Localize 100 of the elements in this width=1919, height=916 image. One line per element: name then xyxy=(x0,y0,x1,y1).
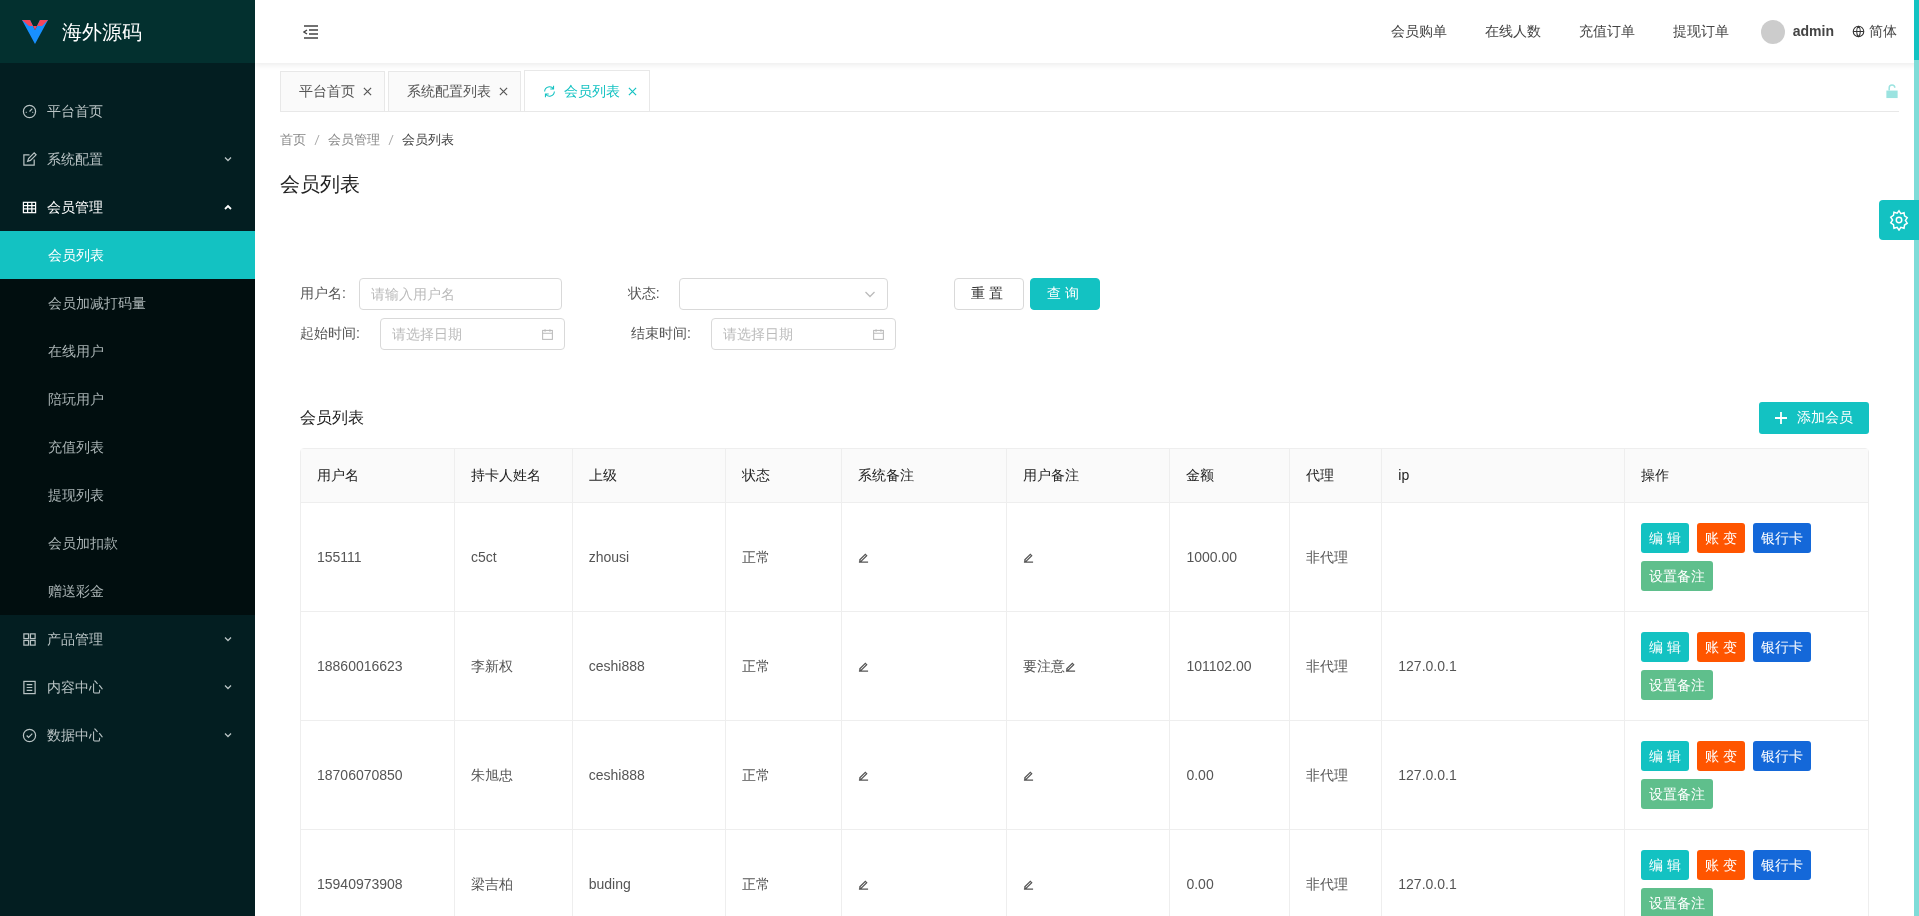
table-cell: 155111 xyxy=(301,502,455,612)
table-cell: ceshi888 xyxy=(572,611,726,721)
table-cell: 正常 xyxy=(725,829,842,916)
table-cell: buding xyxy=(572,829,726,916)
table-cell: 101102.00 xyxy=(1169,611,1290,721)
table-cell: 127.0.0.1 xyxy=(1381,611,1625,721)
header-link[interactable]: 提现订单 xyxy=(1672,21,1729,42)
table-cell: 127.0.0.1 xyxy=(1381,829,1625,916)
sidebar-subitem[interactable]: 在线用户 xyxy=(0,327,255,375)
chevron-down-icon xyxy=(223,682,233,692)
table-cell: 非代理 xyxy=(1289,829,1382,916)
sidebar-item[interactable]: 内容中心 xyxy=(0,663,255,711)
bank-card-button[interactable]: 银行卡 xyxy=(1752,523,1811,553)
table-cell: 正常 xyxy=(725,720,842,830)
field-label: 结束时间: xyxy=(631,324,692,343)
table-cell: 朱旭忠 xyxy=(454,720,573,830)
start-date-field[interactable]: 请选择日期 xyxy=(380,317,565,350)
refresh-icon xyxy=(543,84,556,98)
table-cell: 正常 xyxy=(725,502,842,612)
edit-icon xyxy=(22,151,37,167)
menu-fold-icon[interactable] xyxy=(303,24,319,39)
table-cell: zhousi xyxy=(572,502,726,612)
calendar-icon xyxy=(541,327,554,341)
bank-card-button[interactable]: 银行卡 xyxy=(1752,632,1811,662)
page-tab[interactable]: 平台首页 xyxy=(280,71,385,111)
grid-icon xyxy=(22,631,37,647)
column-header: 代理 xyxy=(1289,448,1382,503)
reset-button[interactable]: 重置 xyxy=(954,277,1024,310)
page-title: 会员列表 xyxy=(280,171,361,196)
globe-icon[interactable] xyxy=(1852,25,1865,38)
bank-card-button[interactable]: 银行卡 xyxy=(1752,741,1811,771)
table-icon xyxy=(22,199,37,215)
table-cell: 梁吉柏 xyxy=(454,829,573,916)
breadcrumb-item[interactable]: 首页 xyxy=(280,130,306,150)
header-link[interactable]: 在线人数 xyxy=(1484,21,1541,42)
column-header: 系统备注 xyxy=(841,448,1007,503)
sidebar-item[interactable]: 产品管理 xyxy=(0,615,255,663)
logo-icon xyxy=(22,19,48,44)
sidebar-subitem[interactable]: 会员加扣款 xyxy=(0,519,255,567)
pencil-icon[interactable] xyxy=(1022,879,1034,891)
column-header: 上级 xyxy=(572,448,726,503)
table-cell: 非代理 xyxy=(1289,720,1382,830)
table-cell: 18860016623 xyxy=(301,611,455,721)
header-link[interactable]: 充值订单 xyxy=(1578,21,1635,42)
field-label: 起始时间: xyxy=(300,324,361,343)
close-icon[interactable] xyxy=(499,87,508,96)
table-cell: 非代理 xyxy=(1289,611,1382,721)
pencil-icon[interactable] xyxy=(1064,661,1076,673)
table-cell: c5ct xyxy=(454,502,573,612)
table-cell: 0.00 xyxy=(1169,829,1290,916)
field-label: 状态: xyxy=(627,284,661,303)
sidebar-subitem[interactable]: 陪玩用户 xyxy=(0,375,255,423)
settings-icon xyxy=(1888,209,1910,231)
pencil-icon[interactable] xyxy=(857,879,869,891)
document-icon xyxy=(22,679,37,695)
user-name[interactable]: admin xyxy=(1792,21,1834,42)
username-field[interactable]: 请输入用户名 xyxy=(358,277,562,310)
pencil-icon[interactable] xyxy=(1022,770,1034,782)
table-cell: 127.0.0.1 xyxy=(1381,720,1625,830)
sidebar-item[interactable]: 数据中心 xyxy=(0,711,255,759)
chevron-down-icon xyxy=(223,154,233,164)
sidebar-subitem[interactable]: 赠送彩金 xyxy=(0,567,255,615)
pencil-icon[interactable] xyxy=(1022,552,1034,564)
column-header: 持卡人姓名 xyxy=(454,448,573,503)
table-cell: 正常 xyxy=(725,611,842,721)
field-label: 用户名: xyxy=(300,284,347,303)
bank-card-button[interactable]: 银行卡 xyxy=(1752,850,1811,880)
breadcrumb-item: 会员列表 xyxy=(402,131,454,149)
page-tab[interactable]: 系统配置列表 xyxy=(388,71,521,111)
column-header: 用户备注 xyxy=(1006,448,1170,503)
sidebar-item[interactable]: 系统配置 xyxy=(0,135,255,183)
sidebar-item[interactable]: 会员管理 xyxy=(0,183,255,231)
check-circle-icon xyxy=(22,727,37,743)
sidebar-item[interactable]: 平台首页 xyxy=(0,87,255,135)
header-link[interactable]: 会员购单 xyxy=(1390,21,1447,42)
chevron-up-icon xyxy=(223,202,233,212)
gauge-icon xyxy=(22,103,37,119)
end-date-field[interactable]: 请选择日期 xyxy=(711,317,896,350)
table-cell: 1000.00 xyxy=(1169,502,1290,612)
plus-icon xyxy=(1775,411,1787,424)
note-text: 要注意 xyxy=(1022,657,1065,674)
column-header: ip xyxy=(1381,448,1625,503)
pencil-icon[interactable] xyxy=(857,661,869,673)
sidebar-subitem[interactable]: 会员加减打码量 xyxy=(0,279,255,327)
scrollbar-thumb[interactable] xyxy=(1914,0,1919,60)
table-cell: 15940973908 xyxy=(301,829,455,916)
table-cell: 非代理 xyxy=(1289,502,1382,612)
chevron-down-icon xyxy=(223,634,233,644)
column-header: 状态 xyxy=(725,448,842,503)
pencil-icon[interactable] xyxy=(857,552,869,564)
column-header: 用户名 xyxy=(301,448,455,503)
breadcrumb-item[interactable]: 会员管理 xyxy=(328,130,380,150)
language-link[interactable]: 简体 xyxy=(1869,21,1897,42)
pencil-icon[interactable] xyxy=(857,770,869,782)
column-header: 操作 xyxy=(1624,448,1868,503)
close-icon[interactable] xyxy=(363,87,372,96)
sidebar-subitem[interactable]: 提现列表 xyxy=(0,471,255,519)
section-title: 会员列表 xyxy=(300,407,364,428)
table-cell: ceshi888 xyxy=(572,720,726,830)
sidebar-subitem[interactable]: 充值列表 xyxy=(0,423,255,471)
